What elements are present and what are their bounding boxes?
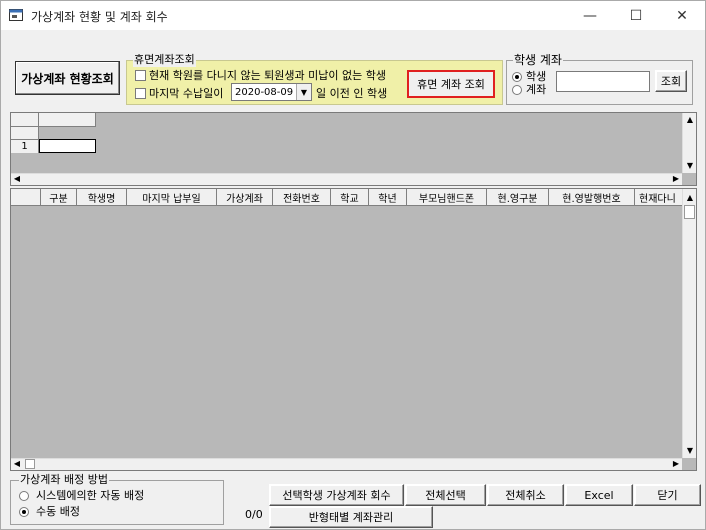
radio-student-label: 학생 <box>526 70 547 83</box>
column-header[interactable]: 학교 <box>331 189 369 206</box>
column-header[interactable]: 구분 <box>41 189 77 206</box>
radio-account-label: 계좌 <box>526 83 547 96</box>
window-title: 가상계좌 현황 및 계좌 회수 <box>31 10 168 24</box>
selection-count: 0/0 <box>245 508 263 521</box>
chevron-down-icon[interactable]: ▼ <box>296 84 311 100</box>
date-value: 2020-08-09 <box>235 87 294 98</box>
scroll-down-icon[interactable]: ▼ <box>684 161 696 171</box>
student-account-group: 학생 계좌 학생 계좌 조회 <box>506 53 693 105</box>
close-button[interactable]: 닫기 <box>634 484 701 506</box>
assign-method-group: 가상계좌 배정 방법 시스템에의한 자동 배정 수동 배정 <box>10 473 224 525</box>
main-grid-corner <box>11 189 41 206</box>
date-picker[interactable]: 2020-08-09 ▼ <box>231 83 312 101</box>
dormant-option2-checkbox[interactable] <box>135 88 146 99</box>
column-header[interactable]: 학생명 <box>77 189 127 206</box>
scroll-right-icon[interactable]: ▶ <box>670 459 682 469</box>
column-header[interactable]: 전화번호 <box>273 189 331 206</box>
main-grid-hscrollbar[interactable]: ◀ ▶ <box>11 458 682 470</box>
scroll-up-icon[interactable]: ▲ <box>684 115 696 125</box>
app-window-icon <box>9 9 23 21</box>
excel-button[interactable]: Excel <box>565 484 633 506</box>
column-header[interactable]: 가상계좌 <box>217 189 273 206</box>
scroll-thumb[interactable] <box>25 459 35 469</box>
radio-auto-label: 시스템에의한 자동 배정 <box>36 489 145 502</box>
top-grid-header <box>39 113 96 127</box>
radio-account[interactable] <box>512 85 522 95</box>
main-grid: 구분 학생명 마지막 납부일 가상계좌 전화번호 학교 학년 부모님핸드폰 현.… <box>10 188 697 471</box>
top-grid-row-header <box>11 127 39 140</box>
top-grid-cell[interactable] <box>39 139 96 153</box>
scroll-thumb[interactable] <box>684 205 695 219</box>
top-grid-row-number: 1 <box>11 140 39 153</box>
dormant-option1-label: 현재 학원를 다니지 않는 퇴원생과 미납이 없는 학생 <box>149 69 386 82</box>
column-header[interactable]: 학년 <box>369 189 407 206</box>
radio-auto-assign[interactable] <box>19 491 29 501</box>
account-status-button[interactable]: 가상계좌 현황조회 <box>15 61 120 95</box>
radio-manual-label: 수동 배정 <box>36 505 80 518</box>
maximize-button[interactable]: ☐ <box>613 1 659 30</box>
top-grid: 1 ▲ ▼ ◀ ▶ <box>10 112 697 186</box>
scroll-right-icon[interactable]: ▶ <box>670 174 682 184</box>
cancel-all-button[interactable]: 전체취소 <box>487 484 564 506</box>
top-grid-corner <box>11 113 39 127</box>
main-window: 가상계좌 현황 및 계좌 회수 — ☐ ✕ 가상계좌 현황조회 휴면계좌조회 현… <box>0 0 706 530</box>
dormant-search-button[interactable]: 휴면 계좌 조회 <box>407 70 495 98</box>
student-account-legend: 학생 계좌 <box>513 53 563 67</box>
scroll-down-icon[interactable]: ▼ <box>684 446 696 456</box>
dormant-option1-checkbox[interactable] <box>135 70 146 81</box>
reclaim-account-button[interactable]: 선택학생 가상계좌 회수 <box>269 484 404 506</box>
student-search-input[interactable] <box>556 71 650 92</box>
column-header[interactable]: 현재다니 <box>635 189 683 206</box>
title-bar: 가상계좌 현황 및 계좌 회수 — ☐ ✕ <box>1 1 705 30</box>
column-header[interactable]: 현.영발행번호 <box>549 189 635 206</box>
column-header[interactable]: 마지막 납부일 <box>127 189 217 206</box>
dormant-option2-label: 마지막 수납일이 <box>149 87 224 100</box>
scroll-left-icon[interactable]: ◀ <box>11 174 23 184</box>
minimize-button[interactable]: — <box>567 1 613 30</box>
dormant-option2-suffix: 일 이전 인 학생 <box>316 87 388 100</box>
select-all-button[interactable]: 전체선택 <box>405 484 486 506</box>
main-grid-vscrollbar[interactable]: ▲ ▼ <box>682 189 696 458</box>
dormant-legend: 휴면계좌조회 <box>133 53 196 67</box>
radio-student[interactable] <box>512 72 522 82</box>
scroll-left-icon[interactable]: ◀ <box>11 459 23 469</box>
class-account-manage-button[interactable]: 반형태별 계좌관리 <box>269 506 433 528</box>
top-grid-hscrollbar[interactable]: ◀ ▶ <box>11 173 682 185</box>
student-search-button[interactable]: 조회 <box>655 70 687 92</box>
column-header[interactable]: 부모님핸드폰 <box>407 189 487 206</box>
close-window-button[interactable]: ✕ <box>659 1 705 30</box>
column-header[interactable]: 현.영구분 <box>487 189 549 206</box>
assign-method-legend: 가상계좌 배정 방법 <box>19 473 109 487</box>
top-grid-vscrollbar[interactable]: ▲ ▼ <box>682 113 696 173</box>
radio-manual-assign[interactable] <box>19 507 29 517</box>
scroll-up-icon[interactable]: ▲ <box>684 193 696 203</box>
